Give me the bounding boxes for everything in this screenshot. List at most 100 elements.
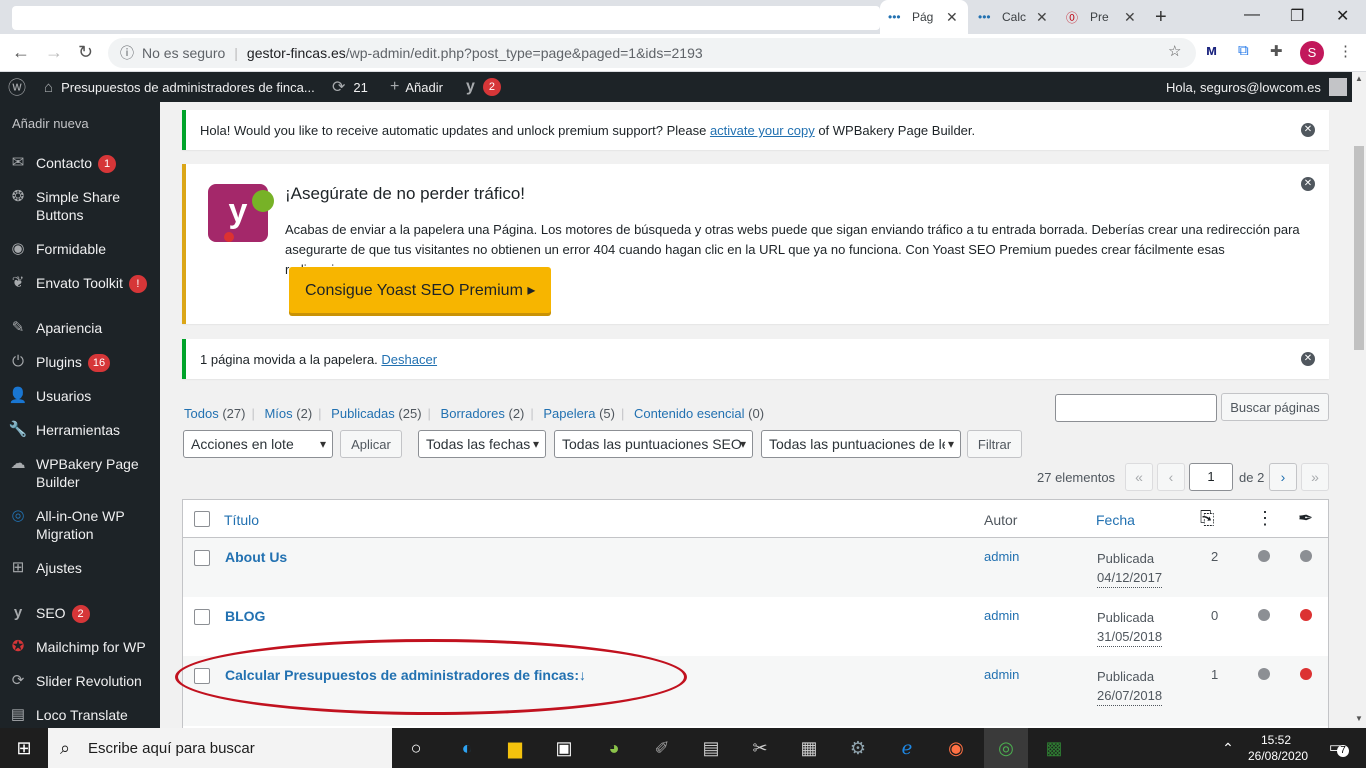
maximize-icon[interactable]: ❐ xyxy=(1290,6,1304,26)
sidebar-item-formidable[interactable]: ◉ Formidable xyxy=(0,240,160,258)
close-tab-icon[interactable]: ✕ xyxy=(946,9,958,26)
taskbar-clock[interactable]: 15:52 26/08/2020 xyxy=(1248,732,1308,764)
sidebar-item-ajustes[interactable]: ⊞ Ajustes xyxy=(0,559,160,577)
column-date[interactable]: Fecha xyxy=(1096,512,1135,528)
back-icon[interactable]: ← xyxy=(12,42,30,63)
view-publicadas[interactable]: Publicadas xyxy=(331,406,395,421)
internet-explorer-icon[interactable]: ℯ xyxy=(895,736,919,760)
extension-m-icon[interactable]: ᴍ xyxy=(1206,42,1217,59)
select-all-checkbox[interactable] xyxy=(194,511,210,527)
sidebar-item-wpbakery[interactable]: ☁ WPBakery Page Builder xyxy=(0,455,160,491)
close-tab-icon[interactable]: ✕ xyxy=(1036,9,1048,26)
sidebar-item-usuarios[interactable]: 👤 Usuarios xyxy=(0,387,160,405)
view-papelera[interactable]: Papelera xyxy=(543,406,595,421)
author-link[interactable]: admin xyxy=(984,608,1019,623)
browser-tab-paginas[interactable]: ••• Pág ✕ xyxy=(880,0,968,34)
add-new-link[interactable]: + Añadir xyxy=(390,72,443,102)
store-icon[interactable]: ▣ xyxy=(552,736,576,760)
sidebar-subitem-add-new[interactable]: Añadir nueva xyxy=(12,116,89,131)
undo-link[interactable]: Deshacer xyxy=(381,352,437,367)
yoast-adminbar-link[interactable]: y 2 xyxy=(466,72,501,102)
firefox-icon[interactable]: ◉ xyxy=(944,736,968,760)
movie-maker-icon[interactable]: ▤ xyxy=(699,736,723,760)
notifications-icon[interactable]: ▭ 7 xyxy=(1324,736,1349,760)
task-view-icon[interactable]: ○ xyxy=(404,736,428,760)
address-bar[interactable]: ⓘ No es seguro | gestor-fincas.es/wp-adm… xyxy=(108,38,1196,68)
reload-icon[interactable]: ↻ xyxy=(78,42,93,63)
minimize-icon[interactable]: — xyxy=(1244,6,1260,24)
windows-start-icon[interactable]: ⊞ xyxy=(12,736,36,760)
browser-tab-pre[interactable]: ⓪ Pre ✕ xyxy=(1058,0,1144,34)
dates-filter-select[interactable]: Todas las fechas ▾ xyxy=(418,430,546,458)
extensions-puzzle-icon[interactable]: ✚ xyxy=(1270,42,1283,60)
chrome-menu-icon[interactable]: ⋮ xyxy=(1338,42,1353,60)
taskbar-search[interactable]: ⌕ Escribe aquí para buscar xyxy=(48,728,392,768)
sidebar-item-seo[interactable]: y SEO 2 xyxy=(0,604,160,623)
sidebar-item-plugins[interactable]: ⏻ Plugins 16 xyxy=(0,353,160,372)
excel-icon[interactable]: ▩ xyxy=(1042,736,1066,760)
site-name-link[interactable]: ⌂ Presupuestos de administradores de fin… xyxy=(44,72,315,102)
wordpress-logo-icon[interactable]: ⓦ xyxy=(8,72,26,102)
close-window-icon[interactable]: ✕ xyxy=(1336,6,1349,26)
yoast-premium-button[interactable]: Consigue Yoast SEO Premium ▸ xyxy=(289,267,551,313)
last-page-button[interactable]: » xyxy=(1301,463,1329,491)
dismiss-icon[interactable]: ✕ xyxy=(1301,177,1315,191)
profile-avatar[interactable]: S xyxy=(1300,41,1324,65)
sidebar-item-slider[interactable]: ⟳ Slider Revolution xyxy=(0,672,160,690)
scrollbar-thumb[interactable] xyxy=(1354,146,1364,350)
sidebar-item-simple-share[interactable]: ❂ Simple Share Buttons xyxy=(0,188,130,224)
sidebar-item-envato[interactable]: ❦ Envato Toolkit! xyxy=(0,274,160,293)
scroll-down-icon[interactable]: ▼ xyxy=(1355,714,1363,723)
row-checkbox[interactable] xyxy=(194,550,210,566)
bulk-actions-select[interactable]: Acciones en lote ▾ xyxy=(183,430,333,458)
paint-icon[interactable]: ✐ xyxy=(650,736,674,760)
app-icon[interactable]: ◕ xyxy=(602,736,626,760)
row-checkbox[interactable] xyxy=(194,609,210,625)
readability-filter-select[interactable]: Todas las puntuaciones de le ▾ xyxy=(761,430,961,458)
view-borradores[interactable]: Borradores xyxy=(441,406,505,421)
edge-icon[interactable]: ◐ xyxy=(455,736,479,760)
page-scrollbar[interactable]: ▲ ▼ xyxy=(1352,72,1366,728)
seo-filter-select[interactable]: Todas las puntuaciones SEO ▾ xyxy=(554,430,753,458)
new-tab-icon[interactable]: + xyxy=(1155,6,1167,29)
bookmark-star-icon[interactable]: ☆ xyxy=(1168,42,1181,60)
scroll-up-icon[interactable]: ▲ xyxy=(1355,74,1363,83)
file-explorer-icon[interactable]: ▆ xyxy=(503,736,527,760)
dismiss-icon[interactable]: ✕ xyxy=(1301,352,1315,366)
calculator-icon[interactable]: ▦ xyxy=(797,736,821,760)
my-account-link[interactable]: Hola, seguros@lowcom.es xyxy=(1166,72,1347,102)
browser-tab-calc[interactable]: ••• Calc ✕ xyxy=(970,0,1056,34)
next-page-button[interactable]: › xyxy=(1269,463,1297,491)
column-title[interactable]: Título xyxy=(224,512,259,528)
view-contenido-esencial[interactable]: Contenido esencial xyxy=(634,406,745,421)
search-input[interactable] xyxy=(1055,394,1217,422)
author-link[interactable]: admin xyxy=(984,667,1019,682)
search-pages-button[interactable]: Buscar páginas xyxy=(1221,393,1329,421)
snipping-tool-icon[interactable]: ✂ xyxy=(748,736,772,760)
updates-link[interactable]: ⟳ 21 xyxy=(332,72,368,102)
chrome-taskbar-icon[interactable]: ◎ xyxy=(984,728,1028,768)
dismiss-icon[interactable]: ✕ xyxy=(1301,123,1315,137)
activate-copy-link[interactable]: activate your copy xyxy=(710,123,815,138)
page-title-link[interactable]: BLOG xyxy=(225,608,265,624)
tray-chevron-up-icon[interactable]: ⌃ xyxy=(1216,736,1240,760)
current-page-input[interactable]: 1 xyxy=(1189,463,1233,491)
first-page-button[interactable]: « xyxy=(1125,463,1153,491)
prev-page-button[interactable]: ‹ xyxy=(1157,463,1185,491)
view-mios[interactable]: Míos xyxy=(264,406,292,421)
sidebar-item-contacto[interactable]: ✉ Contacto 1 xyxy=(0,154,160,173)
settings-app-icon[interactable]: ⚙ xyxy=(846,736,870,760)
sidebar-item-herramientas[interactable]: 🔧 Herramientas xyxy=(0,421,160,439)
author-link[interactable]: admin xyxy=(984,549,1019,564)
apply-button[interactable]: Aplicar xyxy=(340,430,402,458)
filter-button[interactable]: Filtrar xyxy=(967,430,1022,458)
sidebar-item-mailchimp[interactable]: ✪ Mailchimp for WP xyxy=(0,638,160,656)
sidebar-item-migration[interactable]: ◎ All-in-One WP Migration xyxy=(0,507,160,543)
info-icon[interactable]: ⓘ xyxy=(120,43,134,63)
page-title-link[interactable]: About Us xyxy=(225,549,287,565)
forward-icon[interactable]: → xyxy=(45,42,63,63)
view-todos[interactable]: Todos xyxy=(184,406,219,421)
sidebar-item-loco[interactable]: ▤ Loco Translate xyxy=(0,706,160,724)
translate-extension-icon[interactable]: ⧉ xyxy=(1238,42,1249,59)
close-tab-icon[interactable]: ✕ xyxy=(1124,9,1136,26)
